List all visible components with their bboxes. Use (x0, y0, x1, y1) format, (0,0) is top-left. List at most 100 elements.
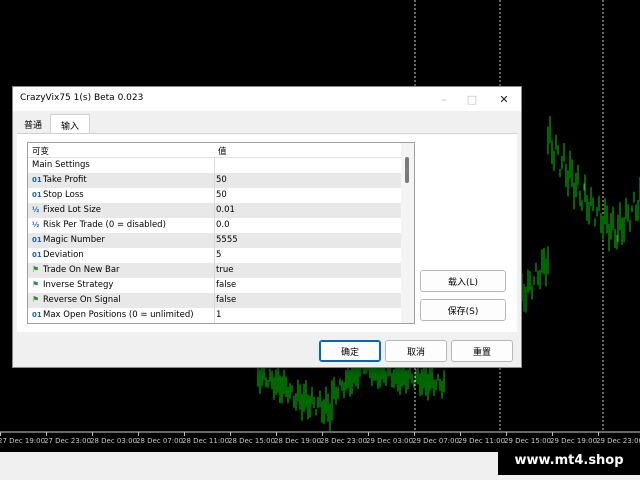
time-tick (552, 432, 553, 436)
table-row[interactable]: 01Stop Loss 50 (28, 188, 401, 203)
param-name: ½ Risk Per Trade (0 = disabled) (32, 220, 166, 230)
param-value[interactable]: true (216, 265, 233, 275)
time-tick (460, 432, 461, 436)
int-type-icon: 01 (32, 236, 42, 244)
tab-bar: 普通 输入 (13, 111, 521, 135)
column-separator (214, 203, 215, 218)
table-row[interactable]: 01Max Open Positions (0 = unlimited) 1 (28, 308, 401, 323)
time-tick (138, 432, 139, 436)
grid-header: 可变 值 (28, 143, 401, 158)
scroll-thumb[interactable] (405, 157, 409, 183)
watermark: www.mt4.shop (498, 445, 640, 475)
int-type-icon: 01 (32, 191, 42, 199)
cancel-button[interactable]: 取消 (385, 340, 447, 362)
param-name: ⚑ Trade On New Bar (32, 265, 120, 275)
column-separator (214, 293, 215, 308)
param-value[interactable]: 5 (216, 250, 221, 260)
param-value[interactable]: false (216, 280, 236, 290)
time-label: 27 Dec 23:00 (44, 437, 92, 445)
column-value[interactable]: 值 (218, 145, 227, 157)
time-label: 28 Dec 07:00 (136, 437, 184, 445)
param-value[interactable]: 1 (216, 310, 221, 320)
param-value[interactable]: 5555 (216, 235, 238, 245)
time-tick (598, 432, 599, 436)
table-row[interactable]: 01Magic Number 5555 (28, 233, 401, 248)
param-value[interactable]: false (216, 295, 236, 305)
time-tick (506, 432, 507, 436)
table-row[interactable]: ⚑ Reverse On Signal false (28, 293, 401, 308)
time-label: 28 Dec 15:00 (228, 437, 276, 445)
ok-button[interactable]: 确定 (319, 340, 381, 362)
tab-common[interactable]: 普通 (17, 115, 49, 133)
close-icon[interactable]: ✕ (493, 89, 515, 109)
int-type-icon: 01 (32, 251, 42, 259)
time-label: 29 Dec 11:00 (458, 437, 506, 445)
table-row[interactable]: 01Take Profit 50 (28, 173, 401, 188)
time-tick (184, 432, 185, 436)
param-value[interactable]: 0.01 (216, 205, 235, 215)
time-tick (92, 432, 93, 436)
time-tick (276, 432, 277, 436)
param-name: ⚑ Inverse Strategy (32, 280, 114, 290)
table-row[interactable]: ½ Fixed Lot Size 0.01 (28, 203, 401, 218)
minimize-icon[interactable]: – (433, 89, 455, 109)
table-row[interactable]: ½ Risk Per Trade (0 = disabled) 0.0 (28, 218, 401, 233)
time-label: 29 Dec 19:00 (550, 437, 598, 445)
table-row[interactable]: Main Settings (28, 158, 401, 173)
param-name: 01Max Open Positions (0 = unlimited) (32, 310, 194, 320)
save-button[interactable]: 保存(S) (420, 299, 506, 321)
title-bar[interactable]: CrazyVix75 1(s) Beta 0.023 – □ ✕ (13, 87, 521, 111)
column-variable[interactable]: 可变 (32, 145, 49, 157)
time-label: 28 Dec 03:00 (90, 437, 138, 445)
dialog-title: CrazyVix75 1(s) Beta 0.023 (20, 93, 144, 103)
column-separator (214, 188, 215, 203)
time-label: 28 Dec 11:00 (182, 437, 230, 445)
double-type-icon: ½ (32, 221, 40, 229)
column-separator (214, 278, 215, 293)
time-label: 27 Dec 19:00 (0, 437, 46, 445)
column-separator (214, 233, 215, 248)
time-tick (46, 432, 47, 436)
int-type-icon: 01 (32, 311, 42, 319)
table-row[interactable]: ⚑ Inverse Strategy false (28, 278, 401, 293)
param-name: ⚑ Reverse On Signal (32, 295, 121, 305)
param-name: 01Magic Number (32, 235, 105, 245)
bool-flag-icon: ⚑ (32, 280, 40, 289)
column-separator (214, 308, 215, 323)
reset-button[interactable]: 重置 (451, 340, 513, 362)
inputs-grid: 可变 值 Main Settings 01Take Profit 50 01Stop … (27, 142, 415, 324)
int-type-icon: 01 (32, 176, 42, 184)
column-separator (214, 173, 215, 188)
param-name: 01Stop Loss (32, 190, 84, 200)
time-tick (414, 432, 415, 436)
tab-inputs[interactable]: 输入 (50, 114, 90, 135)
table-row[interactable]: 01Deviation 5 (28, 248, 401, 263)
param-name: 01Take Profit (32, 175, 87, 185)
param-value[interactable]: 50 (216, 190, 227, 200)
time-label: 29 Dec 15:00 (504, 437, 552, 445)
column-separator (214, 158, 215, 173)
column-separator (214, 248, 215, 263)
time-label: 29 Dec 23:00 (596, 437, 640, 445)
column-separator (214, 263, 215, 278)
param-value[interactable]: 0.0 (216, 220, 230, 230)
maximize-icon[interactable]: □ (461, 89, 483, 109)
load-button[interactable]: 载入(L) (420, 270, 506, 292)
time-tick (230, 432, 231, 436)
expert-properties-dialog: CrazyVix75 1(s) Beta 0.023 – □ ✕ 普通 输入 可… (12, 86, 522, 368)
param-name: Main Settings (32, 160, 90, 170)
bool-flag-icon: ⚑ (32, 295, 40, 304)
column-separator (214, 218, 215, 233)
time-label: 29 Dec 03:00 (366, 437, 414, 445)
time-tick (368, 432, 369, 436)
param-name: 01Deviation (32, 250, 84, 260)
time-label: 28 Dec 19:00 (274, 437, 322, 445)
param-name: ½ Fixed Lot Size (32, 205, 101, 215)
table-row[interactable]: ⚑ Trade On New Bar true (28, 263, 401, 278)
param-value[interactable]: 50 (216, 175, 227, 185)
grid-scrollbar[interactable] (401, 143, 414, 323)
time-tick (322, 432, 323, 436)
time-tick (0, 432, 1, 436)
bool-flag-icon: ⚑ (32, 265, 40, 274)
double-type-icon: ½ (32, 206, 40, 214)
